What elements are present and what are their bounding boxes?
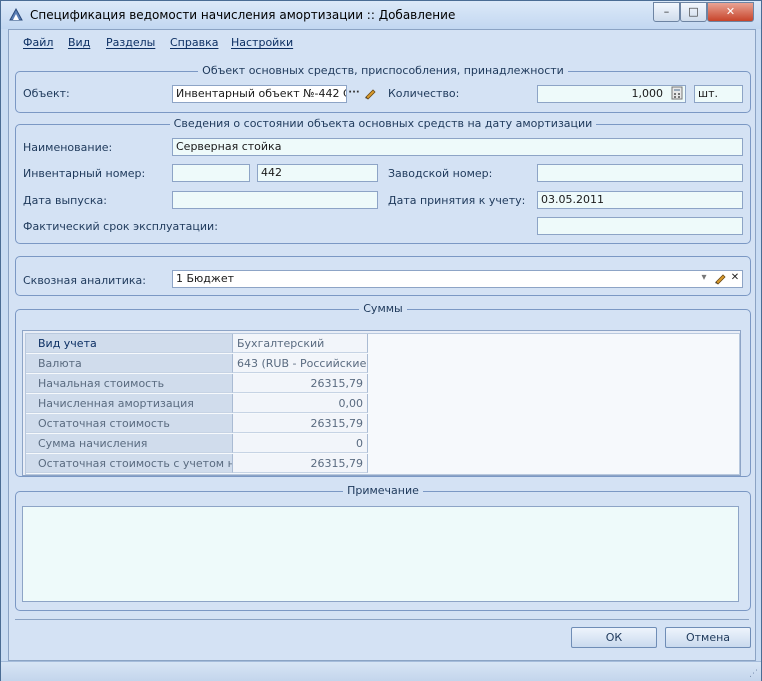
window-title: Спецификация ведомости начисления аморти… [30,8,456,22]
row-value[interactable]: 643 (RUB - Российские ... [233,354,368,373]
analytics-group: Сквозная аналитика: 1 Бюджет ▾ ✕ [15,256,751,296]
accept-date-label: Дата принятия к учету: [388,194,526,207]
title-bar[interactable]: Спецификация ведомости начисления аморти… [1,1,761,29]
object-group-title: Объект основных средств, приспособления,… [198,64,568,77]
quantity-field[interactable]: 1,000 [537,85,686,103]
menu-settings[interactable]: Настройки [231,36,293,49]
cancel-button[interactable]: Отмена [665,627,751,648]
menu-help[interactable]: Справка [170,36,218,49]
sums-grid: Вид учета Бухгалтерский Валюта 643 (RUB … [22,330,741,476]
row-label: Остаточная стоимость [26,414,233,433]
ellipsis-icon[interactable]: ··· [346,86,362,102]
operation-term-label: Фактический срок эксплуатации: [23,220,218,233]
maximize-button[interactable]: □ [680,2,707,22]
object-group: Объект основных средств, приспособления,… [15,64,751,113]
edit-pen-icon[interactable] [712,271,728,287]
ok-button[interactable]: ОК [571,627,657,648]
state-group: Сведения о состоянии объекта основных ср… [15,117,751,244]
table-row[interactable]: Остаточная стоимость с учетом начи 26315… [26,454,368,474]
release-date-field[interactable] [172,191,378,209]
object-label: Объект: [23,87,70,100]
factory-number-label: Заводской номер: [388,167,493,180]
table-row[interactable]: Остаточная стоимость 26315,79 [26,414,368,434]
calculator-icon[interactable] [669,86,685,102]
analytics-label: Сквозная аналитика: [23,274,146,287]
minimize-button[interactable]: – [653,2,680,22]
analytics-combo[interactable]: 1 Бюджет [172,270,743,288]
table-row[interactable]: Валюта 643 (RUB - Российские ... [26,354,368,374]
sums-group: Суммы Вид учета Бухгалтерский Валюта 643… [15,302,751,477]
row-label: Начальная стоимость [26,374,233,393]
dropdown-arrow-icon[interactable]: ▾ [696,271,712,287]
object-field[interactable]: Инвентарный объект №-442 С... [172,85,347,103]
state-group-title: Сведения о состоянии объекта основных ср… [169,117,597,130]
sums-group-title: Суммы [359,302,407,315]
inventory-number-field[interactable]: 442 [257,164,378,182]
table-row[interactable]: Вид учета Бухгалтерский [26,334,368,354]
clear-x-icon[interactable]: ✕ [727,271,743,287]
row-value[interactable]: 0,00 [233,394,368,413]
row-label: Вид учета [26,334,233,353]
row-value[interactable]: Бухгалтерский [233,334,368,353]
row-value[interactable]: 26315,79 [233,454,368,473]
row-label: Начисленная амортизация [26,394,233,413]
table-row[interactable]: Начальная стоимость 26315,79 [26,374,368,394]
row-value[interactable]: 0 [233,434,368,453]
app-icon [9,7,23,21]
name-field[interactable]: Серверная стойка [172,138,743,156]
status-bar: ⋰ [1,661,761,681]
menu-view[interactable]: Вид [68,36,90,49]
menu-file[interactable]: Файл [23,36,53,49]
close-button[interactable]: ✕ [707,2,754,22]
accept-date-field[interactable]: 03.05.2011 [537,191,743,209]
notes-group-title: Примечание [343,484,423,497]
table-row[interactable]: Сумма начисления 0 [26,434,368,454]
inventory-number-label: Инвентарный номер: [23,167,146,180]
row-label: Остаточная стоимость с учетом начи [26,454,233,473]
row-value[interactable]: 26315,79 [233,374,368,393]
row-label: Сумма начисления [26,434,233,453]
unit-field[interactable]: шт. [694,85,743,103]
table-row[interactable]: Начисленная амортизация 0,00 [26,394,368,414]
release-date-label: Дата выпуска: [23,194,107,207]
name-label: Наименование: [23,141,113,154]
dialog-window: Спецификация ведомости начисления аморти… [0,0,762,681]
notes-group: Примечание [15,484,751,611]
separator [15,619,749,620]
resize-grip-icon[interactable]: ⋰ [749,669,758,679]
notes-textarea[interactable] [22,506,739,602]
row-label: Валюта [26,354,233,373]
row-value[interactable]: 26315,79 [233,414,368,433]
inventory-prefix-field[interactable] [172,164,250,182]
operation-term-field[interactable] [537,217,743,235]
factory-number-field[interactable] [537,164,743,182]
menu-bar: Файл Вид Разделы Справка Настройки [9,30,755,54]
edit-pen-icon[interactable] [362,86,378,102]
dialog-body: Файл Вид Разделы Справка Настройки Объек… [8,29,756,661]
quantity-label: Количество: [388,87,460,100]
menu-sections[interactable]: Разделы [106,36,155,49]
